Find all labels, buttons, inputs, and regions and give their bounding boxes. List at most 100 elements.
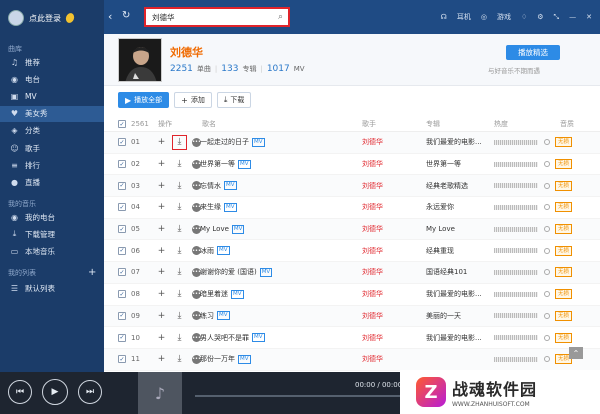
play-pause-icon[interactable]: ▶ (42, 379, 68, 405)
add-to-list-icon[interactable]: + (156, 289, 167, 300)
quality-badge[interactable]: 无损 (555, 202, 573, 213)
game-icon[interactable]: ◎ (481, 13, 487, 21)
sidebar-item-tag[interactable]: ◈ 分类 (0, 123, 104, 139)
table-row[interactable]: ✓ 10 + ⤓ ••• 男人哭吧不是罪 MV 刘德华 我们最爱的电影... 无损 (104, 327, 600, 349)
info-icon[interactable] (544, 204, 550, 211)
song-artist[interactable]: 刘德华 (362, 311, 383, 321)
song-title[interactable]: 男人哭吧不是罪 (200, 333, 249, 343)
login-link[interactable]: 点此登录 (29, 13, 61, 24)
sidebar-item-music-note[interactable]: ♫ 推荐 (0, 54, 104, 70)
info-icon[interactable] (544, 139, 550, 146)
song-title[interactable]: 世界第一等 (200, 159, 235, 169)
songs-count[interactable]: 2251 (170, 64, 193, 74)
back-to-top-icon[interactable]: ⌃ (569, 347, 583, 359)
sidebar-item-heart[interactable]: ♥ 美女秀 (0, 105, 104, 122)
mv-badge[interactable]: MV (217, 311, 230, 321)
row-checkbox[interactable]: ✓ (118, 181, 126, 190)
song-album[interactable]: 我们最爱的电影... (426, 289, 482, 299)
add-button[interactable]: + 添加 (174, 92, 212, 108)
table-row[interactable]: ✓ 07 + ⤓ ••• 谢谢你的爱 (国语) MV 刘德华 国语经典101 无损 (104, 262, 600, 284)
song-album[interactable]: 世界第一等 (426, 159, 461, 169)
add-to-list-icon[interactable]: + (156, 267, 167, 278)
album-cover[interactable]: ♪ (138, 372, 182, 414)
song-artist[interactable]: 刘德华 (362, 246, 383, 256)
song-title[interactable]: 暗里着迷 (200, 289, 228, 299)
download-icon[interactable]: ⤓ (174, 245, 185, 256)
col-hot-header[interactable]: 热度 (494, 119, 508, 129)
add-to-list-icon[interactable]: + (156, 202, 167, 213)
add-to-list-icon[interactable]: + (156, 180, 167, 191)
quality-badge[interactable]: 无损 (555, 310, 573, 321)
quality-badge[interactable]: 无损 (555, 245, 573, 256)
progress-bar[interactable] (195, 395, 405, 397)
download-icon[interactable]: ⤓ (174, 202, 185, 213)
row-checkbox[interactable]: ✓ (118, 203, 126, 212)
add-to-list-icon[interactable]: + (156, 159, 167, 170)
next-icon[interactable]: ⏭ (78, 380, 102, 404)
table-row[interactable]: ✓ 02 + ⤓ ••• 世界第一等 MV 刘德华 世界第一等 无损 (104, 154, 600, 176)
minimize-icon[interactable]: — (569, 13, 576, 21)
back-icon[interactable]: ‹ (108, 10, 112, 23)
row-checkbox[interactable]: ✓ (118, 333, 126, 342)
row-checkbox[interactable]: ✓ (118, 355, 126, 364)
mv-badge[interactable]: MV (224, 181, 237, 191)
add-to-list-icon[interactable]: + (156, 332, 167, 343)
table-row[interactable]: ✓ 11 + ⤓ ••• 那份一万年 MV 刘德华 无损 (104, 348, 600, 371)
prev-icon[interactable]: ⏮ (8, 380, 32, 404)
info-icon[interactable] (544, 226, 550, 233)
song-title[interactable]: 谢谢你的爱 (国语) (200, 267, 257, 277)
download-button[interactable]: ⤓ 下载 (216, 92, 252, 108)
quality-badge[interactable]: 无损 (555, 137, 573, 148)
table-row[interactable]: ✓ 03 + ⤓ ••• 忘情水 MV 刘德华 经典老歌精选 无损 (104, 175, 600, 198)
sidebar-item-user[interactable]: ☺ 歌手 (0, 140, 104, 156)
song-title[interactable]: 一起走过的日子 (200, 137, 249, 147)
row-checkbox[interactable]: ✓ (118, 268, 126, 277)
sidebar-item-chart[interactable]: ≡ 排行 (0, 157, 104, 173)
play-all-button[interactable]: ▶ 播放全部 (118, 92, 170, 108)
col-quality-header[interactable]: 音质 (560, 119, 574, 129)
info-icon[interactable] (544, 182, 550, 189)
song-artist[interactable]: 刘德华 (362, 333, 383, 343)
sidebar-item-radio[interactable]: ◉ 我的电台 (0, 209, 104, 225)
mv-badge[interactable]: MV (224, 202, 237, 212)
settings-icon[interactable]: ⚙ (537, 13, 543, 21)
add-list-icon[interactable]: + (88, 267, 96, 278)
row-checkbox[interactable]: ✓ (118, 311, 126, 320)
song-artist[interactable]: 刘德华 (362, 202, 383, 212)
download-icon[interactable]: ⤓ (174, 354, 185, 365)
select-all-checkbox[interactable]: ✓ (118, 120, 126, 128)
song-artist[interactable]: 刘德华 (362, 159, 383, 169)
login-area[interactable]: 点此登录 (8, 10, 76, 26)
song-title[interactable]: My Love (200, 225, 229, 233)
info-icon[interactable] (544, 247, 550, 254)
sidebar-item-radio[interactable]: ◉ 电台 (0, 71, 104, 87)
mv-badge[interactable]: MV (217, 246, 230, 256)
song-album[interactable]: 经典老歌精选 (426, 181, 468, 191)
earphone-icon[interactable]: ☊ (441, 13, 447, 21)
shirt-icon[interactable]: ♢ (521, 13, 527, 21)
info-icon[interactable] (544, 312, 550, 319)
table-row[interactable]: ✓ 01 + ⤓ ••• 一起走过的日子 MV 刘德华 我们最爱的电影... 无损 (104, 132, 600, 154)
song-title[interactable]: 来生缘 (200, 202, 221, 212)
song-album[interactable]: 美丽的一天 (426, 311, 461, 321)
download-icon[interactable]: ⤓ (174, 224, 185, 235)
row-checkbox[interactable]: ✓ (118, 138, 126, 147)
song-artist[interactable]: 刘德华 (362, 224, 383, 234)
download-icon[interactable]: ⤓ (174, 332, 185, 343)
download-icon[interactable]: ⤓ (174, 289, 185, 300)
add-to-list-icon[interactable]: + (156, 310, 167, 321)
quality-badge[interactable]: 无损 (555, 267, 573, 278)
mv-badge[interactable]: MV (238, 159, 251, 169)
table-row[interactable]: ✓ 09 + ⤓ ••• 练习 MV 刘德华 美丽的一天 无损 (104, 305, 600, 328)
info-icon[interactable] (544, 291, 550, 298)
row-checkbox[interactable]: ✓ (118, 290, 126, 299)
add-to-list-icon[interactable]: + (156, 354, 167, 365)
table-row[interactable]: ✓ 05 + ⤓ ••• My Love MV 刘德华 My Love 无损 (104, 218, 600, 241)
sidebar-item-video[interactable]: ▣ MV (0, 88, 104, 104)
song-artist[interactable]: 刘德华 (362, 267, 383, 277)
quality-badge[interactable]: 无损 (555, 224, 573, 235)
download-icon[interactable]: ⤓ (174, 267, 185, 278)
quality-badge[interactable]: 无损 (555, 159, 573, 170)
col-album-header[interactable]: 专辑 (426, 119, 440, 129)
mv-count[interactable]: 1017 (267, 64, 290, 74)
